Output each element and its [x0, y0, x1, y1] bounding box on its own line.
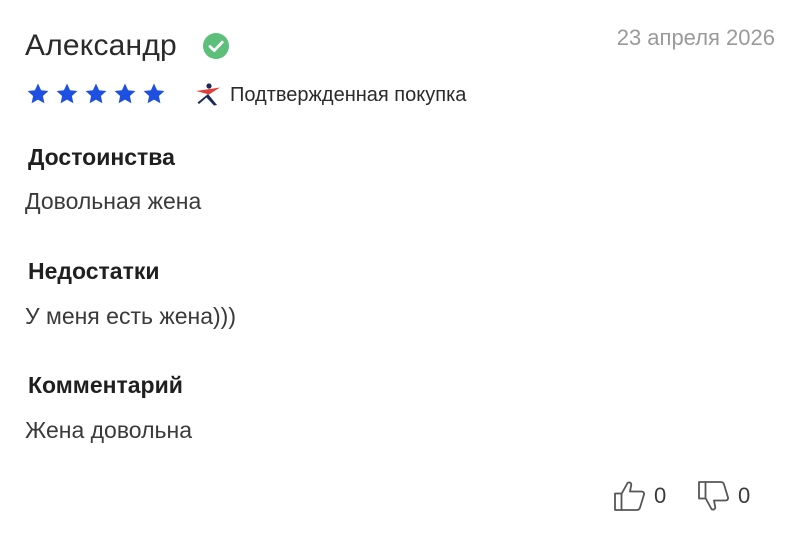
dislike-button[interactable]: 0 [696, 478, 750, 514]
dislike-count: 0 [738, 483, 751, 508]
star-icon [56, 83, 78, 104]
comment-title: Комментарий [28, 372, 183, 398]
author-name: Александр [25, 29, 177, 62]
review-date: 23 апреля 2026 [616, 25, 775, 50]
star-icon [143, 83, 165, 104]
star-icon [114, 83, 136, 104]
comment-text: Жена довольна [25, 417, 192, 443]
like-button[interactable]: 0 [612, 478, 666, 514]
pros-text: Довольная жена [25, 188, 202, 214]
pros-title: Достоинства [28, 144, 175, 170]
star-rating [26, 82, 166, 106]
thumbs-up-icon [614, 481, 645, 511]
verified-purchase-label: Подтвержденная покупка [230, 84, 467, 106]
star-icon [27, 83, 49, 104]
cons-title: Недостатки [28, 258, 160, 284]
like-count: 0 [654, 483, 667, 508]
check-circle-icon [203, 33, 229, 59]
review-card: Александр 23 апреля 2026 Подтвержденная … [0, 0, 800, 539]
thumbs-down-icon [698, 481, 729, 511]
runner-logo-icon [196, 83, 220, 106]
star-icon [85, 83, 107, 104]
cons-text: У меня есть жена))) [25, 303, 236, 329]
